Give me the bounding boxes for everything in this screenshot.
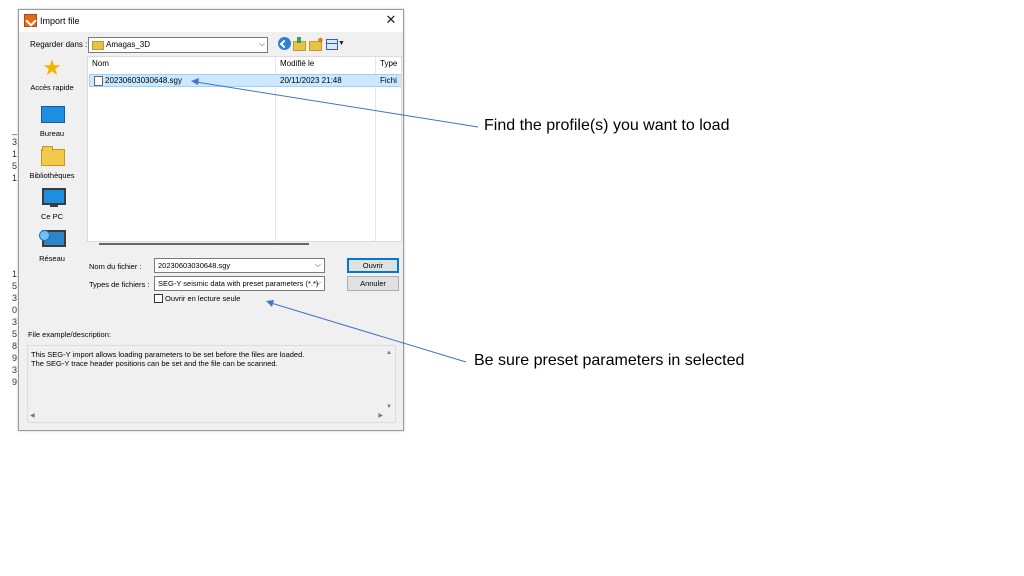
arrowhead-icon (266, 300, 274, 307)
annotation-preset-parameters: Be sure preset parameters in selected (474, 352, 745, 369)
annotation-find-profile: Find the profile(s) you want to load (484, 117, 730, 134)
arrow-to-filetype (270, 302, 467, 363)
arrowhead-icon (191, 78, 199, 85)
arrow-to-file (195, 81, 479, 128)
annotation-arrows (191, 78, 479, 363)
